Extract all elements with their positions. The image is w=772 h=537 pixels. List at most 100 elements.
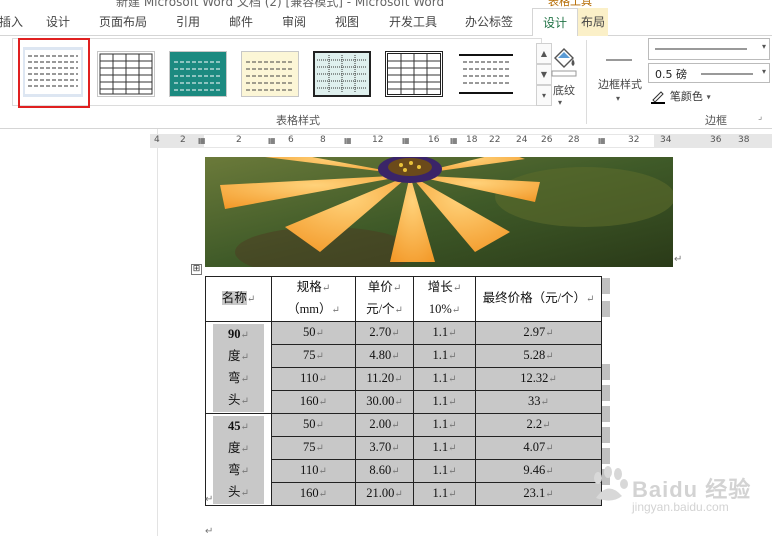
ruler-tick: 34 [660, 135, 672, 145]
name-char: 90↵ [213, 323, 264, 346]
spec-cell[interactable]: 75↵ [271, 344, 356, 368]
name-cell-45[interactable]: 45↵ 度↵ 弯↵ 头↵ [205, 413, 272, 506]
spec-cell[interactable]: 160↵ [271, 390, 356, 414]
ruler-column-marker[interactable]: ▦ [268, 136, 276, 145]
name-char: 头↵ [213, 481, 264, 504]
growth-cell[interactable]: 1.1↵ [413, 367, 476, 391]
tab-insert[interactable]: 插入 [0, 8, 26, 36]
price-cell[interactable]: 3.70↵ [355, 436, 414, 460]
ruler-tick: 12 [372, 135, 384, 145]
table-move-handle-icon[interactable]: ⊞ [191, 264, 202, 275]
spec-cell[interactable]: 75↵ [271, 436, 356, 460]
tab-design[interactable]: 设计 [40, 8, 76, 36]
header-spec-line2: （mm） [287, 302, 332, 316]
price-cell[interactable]: 11.20↵ [355, 367, 414, 391]
table-style-dotted[interactable] [313, 51, 371, 97]
group-label-table-styles: 表格样式 [276, 114, 320, 127]
final-cell[interactable]: 9.46↵ [475, 459, 602, 483]
tab-table-layout[interactable]: 布局 [578, 8, 608, 36]
price-cell[interactable]: 4.80↵ [355, 344, 414, 368]
table-style-grid[interactable] [97, 51, 155, 97]
tab-review[interactable]: 审阅 [274, 8, 314, 36]
ruler-column-marker[interactable]: ▦ [402, 136, 410, 145]
ruler-tick: 24 [516, 135, 528, 145]
header-final-price[interactable]: 最终价格（元/个）↵ [475, 276, 602, 322]
paragraph-mark: ↵ [205, 494, 214, 505]
flower-photo[interactable] [205, 157, 673, 267]
final-cell[interactable]: 33↵ [475, 390, 602, 414]
table-header-row: 名称↵ 规格↵ （mm）↵ 单价↵ 元/个↵ 增长↵ 10%↵ 最终价格（元/个）↵ [205, 276, 602, 322]
row-end-marker [602, 278, 610, 294]
shading-button[interactable]: 底纹 ▾ [546, 40, 582, 110]
row-end-marker [602, 427, 610, 443]
tab-office-tabs[interactable]: 办公标签 [454, 8, 524, 36]
header-price[interactable]: 单价↵ 元/个↵ [355, 276, 414, 322]
header-name[interactable]: 名称↵ [205, 276, 272, 322]
tab-table-design[interactable]: 设计 [532, 8, 578, 37]
price-cell[interactable]: 2.00↵ [355, 413, 414, 437]
price-cell[interactable]: 8.60↵ [355, 459, 414, 483]
tab-mailings[interactable]: 邮件 [221, 8, 261, 36]
ruler-tick: 18 [466, 135, 478, 145]
price-cell[interactable]: 21.00↵ [355, 482, 414, 506]
table-style-double[interactable] [385, 51, 443, 97]
pen-color-button[interactable]: 笔颜色 ▾ [650, 88, 711, 106]
table-style-heavy-rules[interactable] [457, 51, 515, 97]
tab-view[interactable]: 视图 [327, 8, 367, 36]
ruler-tick: 36 [710, 135, 722, 145]
border-styles-label: 边框样式 [598, 78, 642, 91]
baidu-watermark: Baidu 经验 jingyan.baidu.com [588, 450, 750, 520]
shading-dropdown-icon: ▾ [558, 98, 563, 107]
navigation-pane [0, 129, 158, 536]
table-style-cream[interactable] [241, 51, 299, 97]
line-style-preview-icon [655, 48, 747, 50]
price-cell[interactable]: 2.70↵ [355, 321, 414, 345]
ruler-column-marker[interactable]: ▦ [198, 136, 206, 145]
ruler-tick: 22 [489, 135, 501, 145]
growth-cell[interactable]: 1.1↵ [413, 459, 476, 483]
spec-cell[interactable]: 50↵ [271, 413, 356, 437]
horizontal-ruler[interactable]: 4 2 ▦ 2 ▦ 6 8 ▦ 12 ▦ 16 ▦ 18 22 24 26 28… [150, 134, 772, 148]
price-table[interactable]: 名称↵ 规格↵ （mm）↵ 单价↵ 元/个↵ 增长↵ 10%↵ 最终价格（元/个）↵ … [205, 276, 602, 506]
final-cell[interactable]: 23.1↵ [475, 482, 602, 506]
name-cell-90[interactable]: 90↵ 度↵ 弯↵ 头↵ [205, 321, 272, 414]
ruler-column-marker[interactable]: ▦ [450, 136, 458, 145]
final-cell[interactable]: 4.07↵ [475, 436, 602, 460]
ruler-tick: 4 [154, 135, 160, 145]
window-title: 新建 Microsoft Word 文档 (2) [兼容模式] - Micros… [116, 0, 445, 8]
borders-dialog-launcher-icon[interactable]: ⌟ [758, 112, 762, 122]
line-style-dropdown[interactable]: ▾ [648, 38, 770, 60]
final-cell[interactable]: 2.2↵ [475, 413, 602, 437]
group-label-borders: 边框 [705, 114, 727, 127]
border-styles-button[interactable]: 边框样式 ▾ [592, 40, 648, 110]
tab-page-layout[interactable]: 页面布局 [88, 8, 158, 36]
line-weight-value: 0.5 磅 [655, 68, 687, 81]
ruler-column-marker[interactable]: ▦ [344, 136, 352, 145]
spec-cell[interactable]: 110↵ [271, 459, 356, 483]
spec-cell[interactable]: 160↵ [271, 482, 356, 506]
tab-references[interactable]: 引用 [168, 8, 208, 36]
paw-logo-icon [594, 466, 628, 501]
growth-cell[interactable]: 1.1↵ [413, 390, 476, 414]
growth-cell[interactable]: 1.1↵ [413, 482, 476, 506]
tab-developer[interactable]: 开发工具 [380, 8, 446, 36]
spec-cell[interactable]: 110↵ [271, 367, 356, 391]
price-cell[interactable]: 30.00↵ [355, 390, 414, 414]
paragraph-mark: ↵ [205, 526, 214, 537]
final-cell[interactable]: 12.32↵ [475, 367, 602, 391]
header-spec[interactable]: 规格↵ （mm）↵ [271, 276, 356, 322]
name-char: 头↵ [213, 389, 264, 412]
ruler-column-marker[interactable]: ▦ [598, 136, 606, 145]
line-weight-dropdown[interactable]: 0.5 磅 ▾ [648, 63, 770, 83]
table-style-teal[interactable] [169, 51, 227, 97]
table-styles-gallery: ▲ ▼ ▾ [12, 38, 552, 106]
growth-cell[interactable]: 1.1↵ [413, 436, 476, 460]
growth-cell[interactable]: 1.1↵ [413, 344, 476, 368]
row-end-marker [602, 385, 610, 401]
spec-cell[interactable]: 50↵ [271, 321, 356, 345]
final-cell[interactable]: 5.28↵ [475, 344, 602, 368]
growth-cell[interactable]: 1.1↵ [413, 321, 476, 345]
growth-cell[interactable]: 1.1↵ [413, 413, 476, 437]
header-growth[interactable]: 增长↵ 10%↵ [413, 276, 476, 322]
final-cell[interactable]: 2.97↵ [475, 321, 602, 345]
